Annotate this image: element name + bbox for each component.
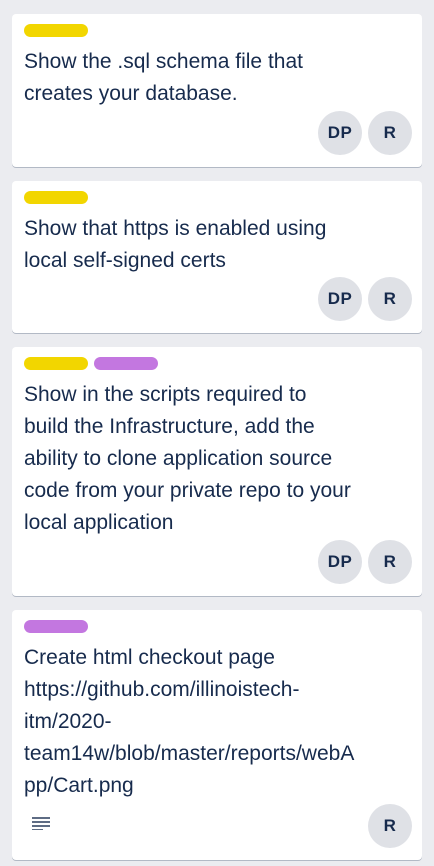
card-title: Show in the scripts required to build th… <box>24 383 351 534</box>
member-avatar-r[interactable]: R <box>368 540 412 584</box>
card-members: DP R <box>318 540 412 584</box>
card-sql-schema[interactable]: Show the .sql schema file that creates y… <box>12 14 422 167</box>
member-avatar-r[interactable]: R <box>368 277 412 321</box>
card-labels <box>24 191 410 204</box>
card-members: DP R <box>318 111 412 155</box>
member-avatar-r[interactable]: R <box>368 804 412 848</box>
card-labels <box>24 620 410 633</box>
member-avatar-dp[interactable]: DP <box>318 111 362 155</box>
card-infrastructure-scripts[interactable]: Show in the scripts required to build th… <box>12 347 422 596</box>
member-avatar-r[interactable]: R <box>368 111 412 155</box>
card-title: Show that https is enabled using local s… <box>24 217 327 272</box>
description-lines-icon <box>32 817 50 830</box>
card-members: DP R <box>318 277 412 321</box>
card-members: R <box>368 804 412 848</box>
card-https-certs[interactable]: Show that https is enabled using local s… <box>12 181 422 333</box>
label-purple[interactable] <box>24 620 88 633</box>
label-yellow[interactable] <box>24 357 88 370</box>
card-title: Show the .sql schema file that creates y… <box>24 50 303 105</box>
member-avatar-dp[interactable]: DP <box>318 540 362 584</box>
card-labels <box>24 357 410 370</box>
card-checkout-page[interactable]: Create html checkout page https://github… <box>12 610 422 860</box>
member-avatar-dp[interactable]: DP <box>318 277 362 321</box>
card-title: Create html checkout page https://github… <box>24 646 355 797</box>
card-labels <box>24 24 410 37</box>
card-list: Show the .sql schema file that creates y… <box>0 0 434 866</box>
label-purple[interactable] <box>94 357 158 370</box>
label-yellow[interactable] <box>24 24 88 37</box>
label-yellow[interactable] <box>24 191 88 204</box>
